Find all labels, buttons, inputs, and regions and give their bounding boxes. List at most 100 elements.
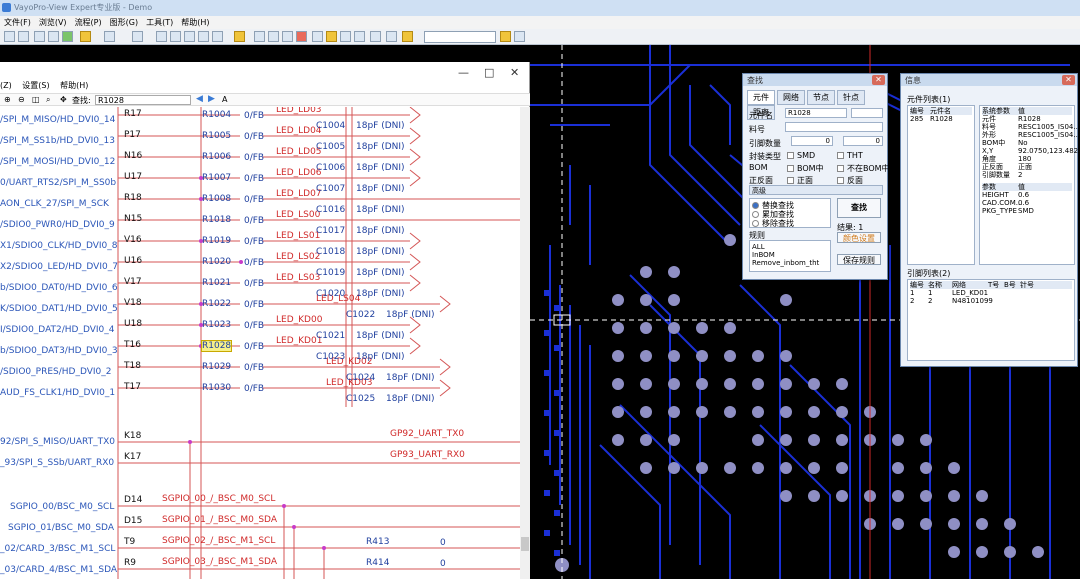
zoom-out-icon[interactable]: ⊖ xyxy=(18,95,25,104)
grid-icon[interactable] xyxy=(34,31,45,42)
find-dialog-close-icon[interactable]: ✕ xyxy=(872,75,885,85)
resistor-ref[interactable]: R1018 xyxy=(202,215,231,225)
capacitor-ref[interactable]: C1018 xyxy=(316,247,345,257)
zoom-icon[interactable] xyxy=(132,31,143,42)
component-icon[interactable] xyxy=(170,31,181,42)
pan-icon[interactable]: ✥ xyxy=(60,95,67,104)
capacitor-ref[interactable]: C1005 xyxy=(316,142,345,152)
capacitor-ref[interactable]: C1006 xyxy=(316,163,345,173)
close-icon[interactable]: ✕ xyxy=(510,66,519,79)
case-icon[interactable]: A xyxy=(222,95,227,104)
tab-node[interactable]: 节点 xyxy=(807,90,835,105)
scrollbar-thumb[interactable] xyxy=(521,537,529,551)
copy-icon[interactable] xyxy=(254,31,265,42)
list-icon[interactable] xyxy=(156,31,167,42)
settings-icon[interactable] xyxy=(386,31,397,42)
resistor-ref[interactable]: R1007 xyxy=(202,173,231,183)
fit-icon[interactable]: ◫ xyxy=(32,95,40,104)
menu-graphics[interactable]: 图形(G) xyxy=(106,16,142,28)
table-row[interactable]: 285 R1028 xyxy=(910,115,972,123)
part-name-options[interactable] xyxy=(851,108,883,118)
menu-tools[interactable]: 工具(T) xyxy=(142,16,177,28)
net-icon[interactable] xyxy=(184,31,195,42)
menu-help[interactable]: 帮助(H) xyxy=(177,16,213,28)
highlight-icon[interactable] xyxy=(234,31,245,42)
resistor-ref[interactable]: R1008 xyxy=(202,194,231,204)
maximize-icon[interactable]: □ xyxy=(484,66,494,79)
bulb-icon[interactable] xyxy=(326,31,337,42)
tht-checkbox[interactable]: THT xyxy=(837,151,863,160)
filter-icon[interactable] xyxy=(500,31,511,42)
tab-pin[interactable]: 针点 xyxy=(837,90,865,105)
material-input[interactable] xyxy=(785,122,883,132)
binoculars-icon[interactable] xyxy=(312,31,323,42)
resistor-ref[interactable]: R1023 xyxy=(202,320,231,330)
smd-checkbox[interactable]: SMD xyxy=(787,151,815,160)
capacitor-ref[interactable]: C1022 xyxy=(346,310,375,320)
resistor-ref[interactable]: R1020 xyxy=(202,257,231,267)
resistor-ref-highlighted[interactable]: R1028 xyxy=(200,340,233,352)
capacitor-ref[interactable]: C1021 xyxy=(316,331,345,341)
folder-icon[interactable] xyxy=(402,31,413,42)
save-rules-button[interactable]: 保存规则 xyxy=(837,254,881,265)
resistor-ref[interactable]: R1022 xyxy=(202,299,231,309)
advanced-toggle[interactable]: 高级 xyxy=(749,185,883,195)
ruler-icon[interactable] xyxy=(268,31,279,42)
resistor-ref[interactable]: R1005 xyxy=(202,131,231,141)
toolbar-search-input[interactable] xyxy=(424,31,496,43)
search-icon[interactable]: ⌕ xyxy=(46,95,50,105)
pin-max-input[interactable]: 0 xyxy=(843,136,883,146)
pin-icon[interactable] xyxy=(370,31,381,42)
zoom-in-icon[interactable]: ⊕ xyxy=(4,95,11,104)
capacitor-ref[interactable]: C1019 xyxy=(316,268,345,278)
schem-menu-z[interactable]: (Z) xyxy=(0,81,12,90)
resistor-ref[interactable]: R1021 xyxy=(202,278,231,288)
rule-item[interactable]: InBOM xyxy=(752,251,828,259)
capacitor-ref[interactable]: C1016 xyxy=(316,205,345,215)
resistor-ref[interactable]: R1004 xyxy=(202,110,231,120)
tab-part[interactable]: 元件 xyxy=(747,90,775,105)
resistor-ref[interactable]: R1006 xyxy=(202,152,231,162)
resistor-ref[interactable]: R1019 xyxy=(202,236,231,246)
menu-file[interactable]: 文件(F) xyxy=(0,16,35,28)
table-icon[interactable] xyxy=(48,31,59,42)
layer-icon[interactable] xyxy=(80,31,91,42)
capacitor-ref[interactable]: C1017 xyxy=(316,226,345,236)
table-row[interactable]: 1 1 LED_KD01 xyxy=(910,289,1072,297)
find-next-icon[interactable]: ▶ xyxy=(208,94,215,104)
rule-item[interactable]: Remove_inbom_tht xyxy=(752,259,828,267)
print-icon[interactable] xyxy=(18,31,29,42)
resistor-ref[interactable]: R414 xyxy=(366,558,389,568)
capacitor-ref[interactable]: C1004 xyxy=(316,121,345,131)
mode-remove-radio[interactable]: 移除查找 xyxy=(752,218,794,229)
info-panel-close-icon[interactable]: ✕ xyxy=(1062,75,1075,85)
arrows-icon[interactable] xyxy=(340,31,351,42)
color-settings-button[interactable]: 颜色设置 xyxy=(837,232,881,243)
swap-icon[interactable] xyxy=(354,31,365,42)
capacitor-ref[interactable]: C1007 xyxy=(316,184,345,194)
resistor-ref[interactable]: R413 xyxy=(366,537,389,547)
schem-menu-help[interactable]: 帮助(H) xyxy=(60,81,88,90)
target-icon[interactable] xyxy=(296,31,307,42)
part-name-input[interactable]: R1028 xyxy=(785,108,847,118)
schematic-find-input[interactable] xyxy=(95,95,191,105)
resistor-ref[interactable]: R1029 xyxy=(202,362,231,372)
capacitor-ref[interactable]: C1025 xyxy=(346,394,375,404)
via-icon[interactable] xyxy=(198,31,209,42)
bom-in-checkbox[interactable]: BOM中 xyxy=(787,163,824,174)
table-row[interactable]: 2 2 N48101099 xyxy=(910,297,1072,305)
schematic-scrollbar[interactable] xyxy=(520,107,530,579)
options-icon[interactable] xyxy=(514,31,525,42)
menu-process[interactable]: 流程(P) xyxy=(71,16,106,28)
measure-icon[interactable] xyxy=(104,31,115,42)
menu-view[interactable]: 浏览(V) xyxy=(35,16,71,28)
flip-icon[interactable] xyxy=(282,31,293,42)
capacitor-ref[interactable]: C1023 xyxy=(316,352,345,362)
save-icon[interactable] xyxy=(4,31,15,42)
search-button[interactable]: 查找 xyxy=(837,198,881,218)
capacitor-ref[interactable]: C1024 xyxy=(346,373,375,383)
tab-net[interactable]: 网络 xyxy=(777,90,805,105)
find-prev-icon[interactable]: ◀ xyxy=(196,94,203,104)
rules-list[interactable]: ALL InBOM Remove_inbom_tht xyxy=(749,240,831,272)
rule-item[interactable]: ALL xyxy=(752,243,828,251)
